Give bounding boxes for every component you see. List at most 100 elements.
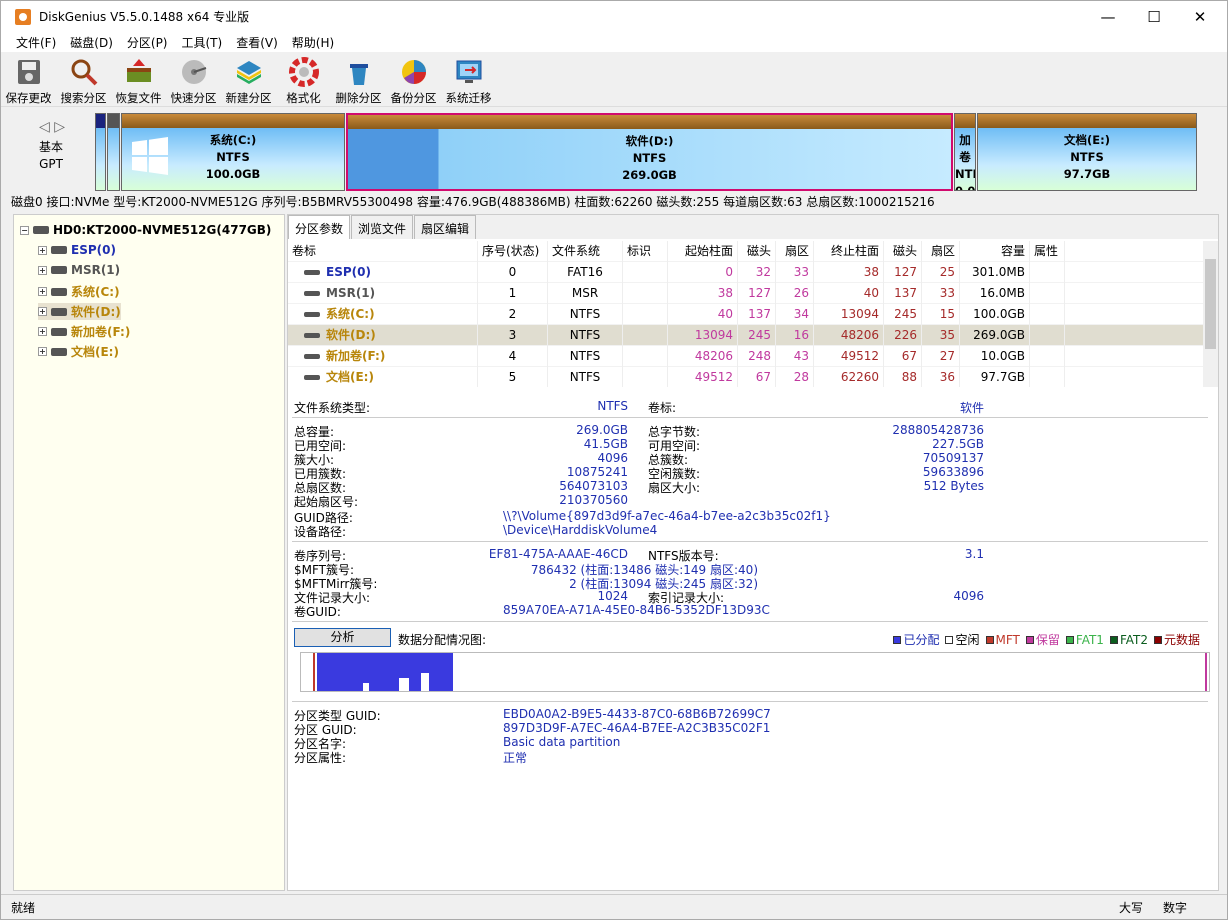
backup-icon — [401, 60, 426, 84]
detail-value: 512 Bytes — [923, 479, 984, 493]
table-cell: 4 — [478, 345, 548, 367]
table-cell — [1030, 261, 1065, 283]
partition-icon — [51, 266, 67, 274]
disk-nav-arrows[interactable]: ◁ ▷ — [39, 119, 65, 135]
table-cell — [1030, 366, 1065, 387]
table-row[interactable]: 新加卷(F:) 4 NTFS 48206 248 43 49512 67 27 10.0GB — [288, 345, 1203, 367]
partition-block-d[interactable]: 软件(D:) NTFS 269.0GB — [346, 113, 953, 191]
legend-label: 保留 — [1035, 633, 1060, 647]
menu-tools[interactable]: 工具(T) — [175, 34, 230, 51]
save-changes-button[interactable]: 保存更改 — [1, 52, 56, 106]
minimize-button[interactable]: — — [1085, 1, 1131, 32]
table-cell: 13094 — [668, 324, 738, 346]
table-cell: 0 — [478, 261, 548, 283]
table-scrollbar[interactable] — [1203, 241, 1218, 387]
system-migration-button[interactable]: 系统迁移 — [441, 52, 496, 106]
tree-item[interactable]: + 文档(E:) — [38, 343, 119, 360]
collapse-icon[interactable]: − — [20, 225, 29, 235]
scrollbar-thumb[interactable] — [1205, 259, 1216, 349]
table-cell — [1030, 303, 1065, 325]
column-header[interactable]: 属性 — [1030, 241, 1065, 262]
menu-view[interactable]: 查看(V) — [229, 34, 285, 51]
column-header[interactable]: 扇区 — [776, 241, 814, 262]
column-header[interactable]: 卷标 — [288, 241, 478, 262]
expand-icon[interactable]: + — [38, 327, 47, 336]
tab-sector-edit[interactable]: 扇区编辑 — [414, 215, 477, 239]
table-cell — [1030, 345, 1065, 367]
table-cell: 0 — [668, 261, 738, 283]
table-row[interactable]: MSR(1) 1 MSR 38 127 26 40 137 33 16.0MB — [288, 282, 1203, 304]
expand-icon[interactable]: + — [38, 245, 47, 255]
migrate-icon — [456, 60, 481, 83]
table-cell: 40 — [668, 303, 738, 325]
column-header[interactable]: 容量 — [960, 241, 1030, 262]
column-header[interactable]: 起始柱面 — [668, 241, 738, 262]
expand-icon[interactable]: + — [38, 265, 47, 275]
column-header[interactable]: 磁头 — [738, 241, 776, 262]
detail-label: 起始扇区号: — [294, 495, 359, 509]
column-header[interactable]: 终止柱面 — [814, 241, 884, 262]
menu-help[interactable]: 帮助(H) — [285, 34, 341, 51]
table-cell — [623, 366, 668, 387]
tree-item[interactable]: + 系统(C:) — [38, 283, 120, 300]
legend-item: 空闲 — [945, 631, 980, 648]
menu-file[interactable]: 文件(F) — [9, 34, 63, 51]
detail-value: 227.5GB — [932, 437, 984, 451]
table-cell — [623, 345, 668, 367]
disk-icon — [33, 226, 49, 234]
partition-block-e[interactable]: 文档(E:) NTFS 97.7GB — [977, 113, 1197, 191]
table-row[interactable]: 软件(D:) 3 NTFS 13094 245 16 48206 226 35 269.0GB — [288, 324, 1203, 346]
search-partition-button[interactable]: 搜索分区 — [56, 52, 111, 106]
maximize-button[interactable]: ☐ — [1131, 1, 1177, 32]
menu-partition[interactable]: 分区(P) — [120, 34, 175, 51]
new-partition-button[interactable]: 新建分区 — [221, 52, 276, 106]
tree-item[interactable]: + 新加卷(F:) — [38, 323, 130, 340]
tab-partition-params[interactable]: 分区参数 — [288, 215, 351, 239]
table-cell: 3 — [478, 324, 548, 346]
disk-map: ◁ ▷ 基本 GPT 系统(C:) NTFS 100.0GB 软件(D:) NT… — [1, 109, 1227, 193]
table-row[interactable]: 文档(E:) 5 NTFS 49512 67 28 62260 88 36 97.7GB — [288, 366, 1203, 387]
partition-icon — [51, 287, 67, 296]
partition-block-f[interactable]: 加卷 NTF 0.0G — [954, 113, 976, 191]
table-cell: 127 — [738, 282, 776, 304]
volume-label-value: 软件 — [959, 401, 984, 415]
tree-root-disk[interactable]: − HD0:KT2000-NVME512G(477GB) — [20, 223, 271, 237]
column-header[interactable]: 标识 — [623, 241, 668, 262]
quick-partition-button[interactable]: 快速分区 — [166, 52, 221, 106]
disk-tree: − HD0:KT2000-NVME512G(477GB) + ESP(0) + MSR… — [13, 214, 285, 891]
column-header[interactable]: 序号(状态) — [478, 241, 548, 262]
table-cell — [1030, 324, 1065, 346]
partition-block-msr[interactable] — [107, 113, 120, 191]
expand-icon[interactable]: + — [38, 347, 47, 356]
tree-item[interactable]: + ESP(0) — [38, 243, 116, 257]
table-row[interactable]: 系统(C:) 2 NTFS 40 137 34 13094 245 15 100.0GB — [288, 303, 1203, 325]
partition-icon — [51, 246, 67, 254]
window-title: DiskGenius V5.5.0.1488 x64 专业版 — [39, 10, 250, 24]
tree-item[interactable]: + MSR(1) — [38, 263, 120, 277]
column-header[interactable]: 文件系统 — [548, 241, 623, 262]
tree-item-label: MSR(1) — [71, 263, 121, 277]
analyze-button[interactable]: 分析 — [294, 628, 391, 647]
table-cell: NTFS — [548, 303, 623, 325]
column-header[interactable]: 磁头 — [884, 241, 922, 262]
expand-icon[interactable]: + — [38, 307, 47, 316]
recover-files-button[interactable]: 恢复文件 — [111, 52, 166, 106]
close-button[interactable]: ✕ — [1177, 1, 1223, 32]
legend-swatch — [945, 635, 954, 644]
expand-icon[interactable]: + — [38, 287, 47, 296]
detail-value: 4096 — [597, 451, 628, 465]
partition-block-esp[interactable] — [95, 113, 106, 191]
column-header[interactable]: 扇区 — [922, 241, 960, 262]
format-button[interactable]: 格式化 — [276, 52, 331, 106]
delete-partition-button[interactable]: 删除分区 — [331, 52, 386, 106]
tab-browse-files[interactable]: 浏览文件 — [351, 215, 414, 239]
tree-item[interactable]: + 软件(D:) — [38, 303, 121, 320]
table-cell: 13094 — [814, 303, 884, 325]
menu-disk[interactable]: 磁盘(D) — [63, 34, 120, 51]
partition-block-c[interactable]: 系统(C:) NTFS 100.0GB — [121, 113, 345, 191]
backup-partition-button[interactable]: 备份分区 — [386, 52, 441, 106]
legend-label: 元数据 — [1163, 633, 1200, 647]
table-cell: 137 — [884, 282, 922, 304]
table-row[interactable]: ESP(0) 0 FAT16 0 32 33 38 127 25 301.0MB — [288, 261, 1203, 283]
table-cell: 248 — [738, 345, 776, 367]
